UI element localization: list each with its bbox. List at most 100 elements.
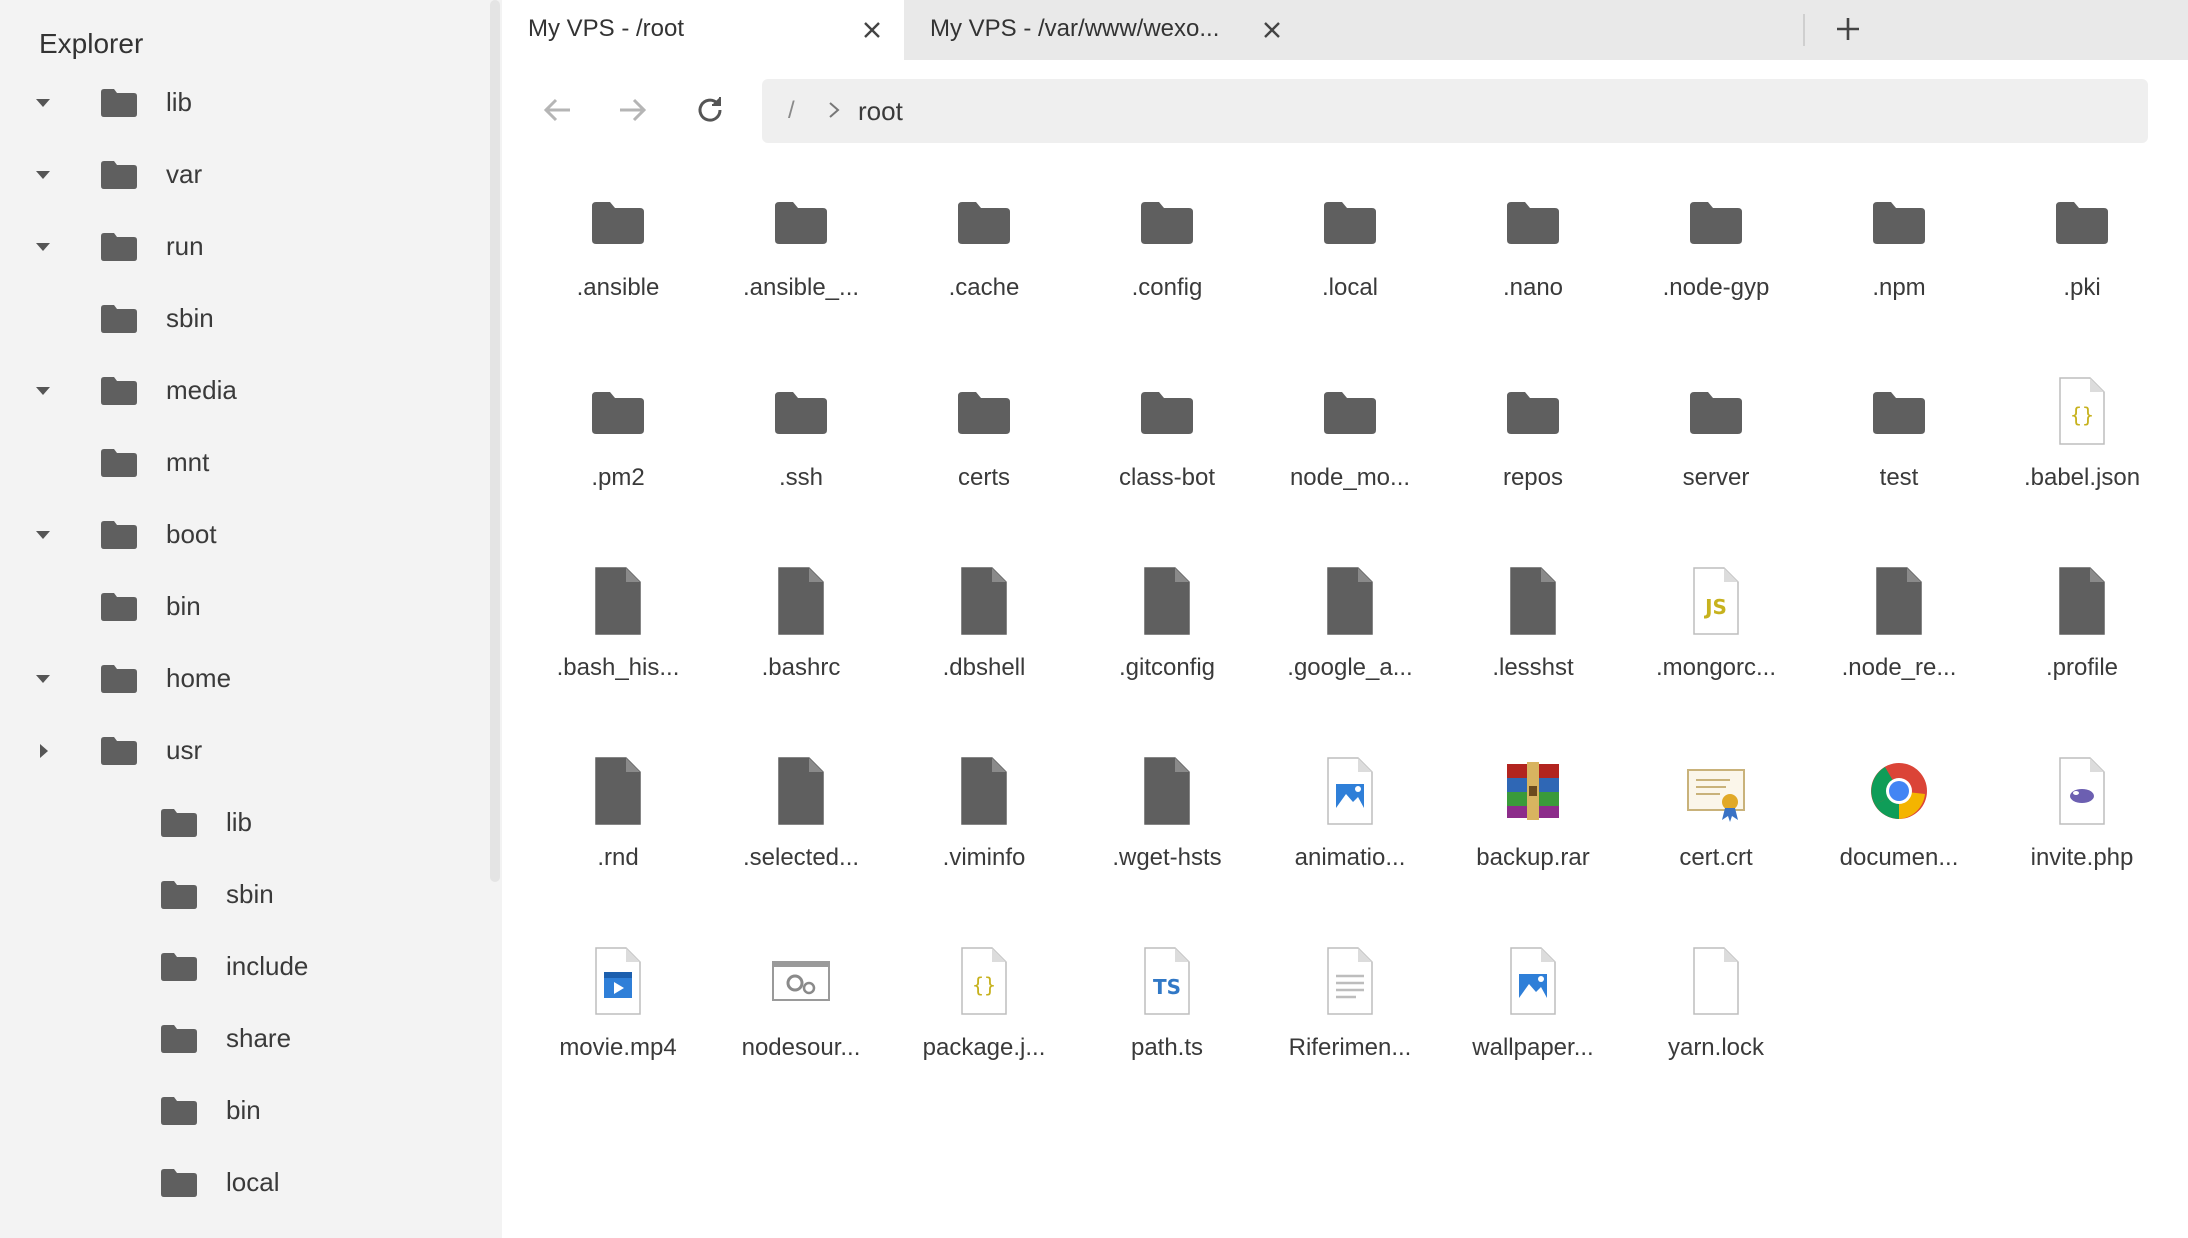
folder-item[interactable]: certs — [899, 376, 1069, 546]
tree-item[interactable]: media — [0, 361, 470, 421]
file-icon — [588, 756, 648, 826]
tree-item[interactable]: var — [0, 145, 470, 205]
sidebar-scrollbar[interactable] — [490, 0, 500, 882]
tree-item[interactable]: lib — [0, 73, 470, 133]
tree-item[interactable]: bin — [0, 577, 470, 637]
folder-item[interactable]: .ansible — [533, 186, 703, 356]
folder-item[interactable]: .node-gyp — [1631, 186, 1801, 356]
folder-item[interactable]: .ansible_... — [716, 186, 886, 356]
tab-root[interactable]: My VPS - /root — [502, 0, 904, 60]
file-item[interactable]: invite.php — [1997, 756, 2167, 926]
folder-icon — [161, 953, 197, 981]
tree-item[interactable]: mnt — [0, 433, 470, 493]
tree-item[interactable]: run — [0, 217, 470, 277]
item-name: .lesshst — [1492, 654, 1574, 681]
tab-bar: My VPS - /root My VPS - /var/www/wexo... — [502, 0, 2188, 60]
folder-item[interactable]: .config — [1082, 186, 1252, 356]
file-item[interactable]: .bashrc — [716, 566, 886, 736]
tree-item[interactable]: share — [0, 1009, 470, 1069]
folder-item[interactable]: .cache — [899, 186, 1069, 356]
path-root-segment[interactable]: / — [788, 97, 795, 125]
folder-item[interactable]: server — [1631, 376, 1801, 546]
video-file-icon — [588, 946, 648, 1016]
tree-item[interactable]: boot — [0, 505, 470, 565]
tree-item[interactable]: sbin — [0, 289, 470, 349]
folder-item[interactable]: .pm2 — [533, 376, 703, 546]
file-item[interactable]: .dbshell — [899, 566, 1069, 736]
tree-item[interactable]: sbin — [0, 865, 470, 925]
caret-down-icon[interactable] — [33, 93, 53, 113]
folder-item[interactable]: test — [1814, 376, 1984, 546]
file-item[interactable]: .wget-hsts — [1082, 756, 1252, 926]
tab-divider — [1803, 14, 1805, 46]
file-item[interactable]: .google_a... — [1265, 566, 1435, 736]
file-item[interactable]: .bash_his... — [533, 566, 703, 736]
file-item[interactable]: TS path.ts — [1082, 946, 1252, 1116]
file-item[interactable]: wallpaper... — [1448, 946, 1618, 1116]
chevron-right-icon — [824, 99, 844, 121]
tree-item-label: sbin — [166, 303, 214, 333]
close-icon[interactable] — [1260, 18, 1284, 42]
tree-item-label: sbin — [226, 879, 274, 909]
caret-down-icon[interactable] — [33, 381, 53, 401]
path-current-segment[interactable]: root — [858, 96, 903, 127]
tree-item[interactable]: include — [0, 937, 470, 997]
file-item[interactable]: cert.crt — [1631, 756, 1801, 926]
file-item[interactable]: .node_re... — [1814, 566, 1984, 736]
address-bar[interactable]: / root — [762, 79, 2148, 143]
item-name: animatio... — [1294, 844, 1406, 871]
refresh-icon[interactable] — [690, 90, 730, 130]
file-item[interactable]: .rnd — [533, 756, 703, 926]
file-item[interactable]: JS .mongorc... — [1631, 566, 1801, 736]
tree-item-label: lib — [226, 807, 253, 837]
file-item[interactable]: .lesshst — [1448, 566, 1618, 736]
chrome-icon — [1869, 756, 1929, 826]
folder-item[interactable]: .ssh — [716, 376, 886, 546]
caret-down-icon[interactable] — [33, 669, 53, 689]
tree-item[interactable]: lib — [0, 793, 470, 853]
file-item[interactable]: .viminfo — [899, 756, 1069, 926]
tree-item[interactable]: home — [0, 649, 470, 709]
file-icon — [1137, 756, 1197, 826]
tab-var-www[interactable]: My VPS - /var/www/wexo... — [904, 0, 1802, 60]
folder-item[interactable]: .local — [1265, 186, 1435, 356]
file-item[interactable]: Riferimen... — [1265, 946, 1435, 1116]
folder-item[interactable]: node_mo... — [1265, 376, 1435, 546]
caret-down-icon[interactable] — [33, 525, 53, 545]
file-item[interactable]: documen... — [1814, 756, 1984, 926]
caret-right-icon[interactable] — [33, 741, 53, 761]
file-icon — [954, 566, 1014, 636]
forward-arrow-icon[interactable] — [612, 90, 652, 130]
folder-item[interactable]: .npm — [1814, 186, 1984, 356]
new-tab-plus-icon[interactable] — [1833, 14, 1863, 44]
file-item[interactable]: .gitconfig — [1082, 566, 1252, 736]
file-item[interactable]: backup.rar — [1448, 756, 1618, 926]
folder-icon — [161, 1097, 197, 1125]
tree-item[interactable]: bin — [0, 1081, 470, 1141]
tree-item[interactable]: usr — [0, 721, 470, 781]
file-item[interactable]: yarn.lock — [1631, 946, 1801, 1116]
caret-down-icon[interactable] — [33, 237, 53, 257]
file-item[interactable]: {} package.j... — [899, 946, 1069, 1116]
tree-item-label: local — [226, 1167, 280, 1197]
item-name: .config — [1131, 274, 1203, 301]
file-item[interactable]: nodesour... — [716, 946, 886, 1116]
file-item[interactable]: .profile — [1997, 566, 2167, 736]
back-arrow-icon[interactable] — [538, 90, 578, 130]
folder-icon — [771, 376, 831, 446]
folder-icon — [588, 186, 648, 256]
file-item[interactable]: .selected... — [716, 756, 886, 926]
item-name: .wget-hsts — [1112, 844, 1222, 871]
folder-icon — [1503, 376, 1563, 446]
folder-item[interactable]: class-bot — [1082, 376, 1252, 546]
folder-item[interactable]: repos — [1448, 376, 1618, 546]
tree-item[interactable]: local — [0, 1153, 470, 1213]
file-item[interactable]: {} .babel.json — [1997, 376, 2167, 546]
close-icon[interactable] — [860, 18, 884, 42]
folder-icon — [1869, 376, 1929, 446]
file-item[interactable]: animatio... — [1265, 756, 1435, 926]
folder-item[interactable]: .nano — [1448, 186, 1618, 356]
file-item[interactable]: movie.mp4 — [533, 946, 703, 1116]
caret-down-icon[interactable] — [33, 165, 53, 185]
folder-item[interactable]: .pki — [1997, 186, 2167, 356]
